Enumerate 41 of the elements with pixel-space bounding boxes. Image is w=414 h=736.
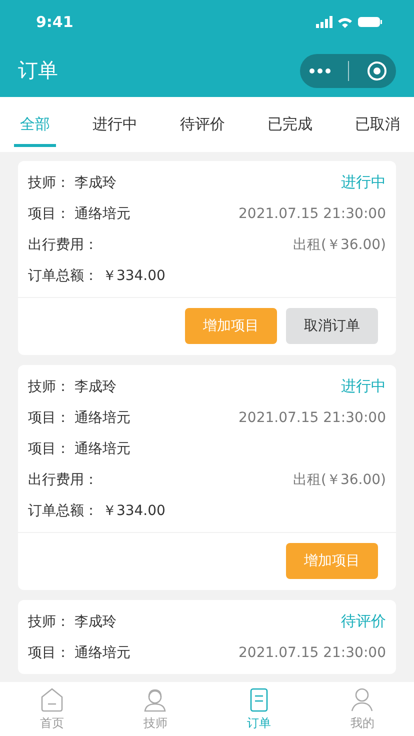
person-icon — [143, 686, 168, 712]
nav-item[interactable]: 首页 — [22, 686, 82, 732]
order-field: 出行费用： — [28, 470, 98, 488]
order-field: 订单总额： ￥334.00 — [28, 266, 166, 284]
add-item-button[interactable]: 增加项目 — [185, 308, 277, 344]
order-detail: 出租(￥36.00) — [292, 470, 386, 488]
filter-tab[interactable]: 已完成 — [262, 102, 318, 146]
order-detail: 2021.07.15 21:30:00 — [238, 644, 386, 660]
signal-icon — [316, 16, 333, 28]
filter-tab[interactable]: 全部 — [14, 102, 56, 146]
filter-tab[interactable]: 待评价 — [174, 102, 231, 146]
order-status: 进行中 — [341, 377, 386, 396]
capsule-menu[interactable] — [300, 54, 396, 88]
page-title: 订单 — [18, 57, 58, 84]
order-field: 项目： 通络培元 — [28, 440, 130, 458]
user-icon — [350, 686, 374, 712]
filter-tab[interactable]: 进行中 — [86, 102, 144, 146]
wifi-icon — [338, 16, 353, 28]
order-field: 技师： 李成玲 — [28, 174, 116, 192]
nav-item[interactable]: 技师 — [125, 686, 186, 732]
more-icon[interactable] — [308, 68, 331, 74]
order-field: 项目： 通络培元 — [28, 408, 130, 426]
home-icon — [40, 686, 64, 712]
battery-icon — [358, 17, 382, 27]
order-detail: 2021.07.15 21:30:00 — [238, 206, 386, 222]
order-field: 项目： 通络培元 — [28, 204, 130, 222]
filter-tab[interactable]: 已取消 — [349, 102, 406, 146]
nav-item[interactable]: 订单 — [228, 686, 289, 732]
order-field: 出行费用： — [28, 236, 98, 254]
order-status: 进行中 — [341, 173, 386, 192]
cancel-order-button[interactable]: 取消订单 — [286, 308, 378, 344]
add-item-button[interactable]: 增加项目 — [286, 543, 378, 579]
order-field: 项目： 通络培元 — [28, 644, 130, 662]
order-field: 技师： 李成玲 — [28, 612, 116, 630]
order-field: 技师： 李成玲 — [28, 378, 116, 396]
order-detail: 出租(￥36.00) — [292, 236, 386, 254]
nav-item[interactable]: 我的 — [332, 686, 392, 732]
status-time: 9:41 — [36, 13, 74, 31]
order-field: 订单总额： ￥334.00 — [28, 502, 166, 520]
order-detail: 2021.07.15 21:30:00 — [238, 410, 386, 426]
order-status: 待评价 — [341, 612, 386, 631]
